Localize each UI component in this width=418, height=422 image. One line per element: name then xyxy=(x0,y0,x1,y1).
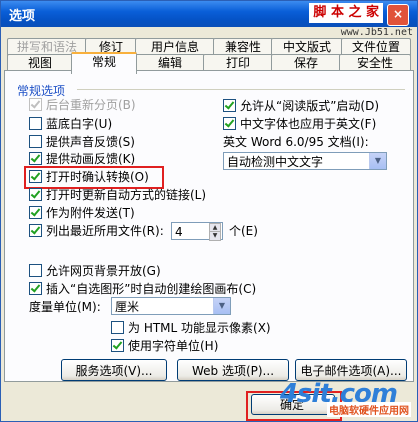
group-title: 常规选项 xyxy=(17,84,66,98)
checkbox[interactable] xyxy=(223,117,236,130)
checkbox[interactable] xyxy=(29,188,42,201)
option-label: 打开时更新自动方式的链接(L) xyxy=(46,188,207,202)
word-doc-select[interactable]: 自动检测中文文字 ▼ xyxy=(223,152,387,170)
option-label: 使用字符单位(H) xyxy=(128,339,219,353)
measure-label: 度量单位(M): xyxy=(29,300,101,314)
option-update-links[interactable]: 打开时更新自动方式的链接(L) xyxy=(29,188,206,203)
option-sound-feedback[interactable]: 提供声音反馈(S) xyxy=(29,135,135,150)
checkbox[interactable] xyxy=(29,224,42,237)
recent-files-count[interactable]: 4 ▲ ▼ xyxy=(171,222,223,241)
checkbox[interactable] xyxy=(29,152,42,165)
web-options-button[interactable]: Web 选项(P)... xyxy=(177,359,289,381)
highlight-confirm-conversion xyxy=(24,166,164,189)
option-label: 列出最近所用文件(R): xyxy=(46,224,164,238)
group-divider xyxy=(77,89,405,90)
checkbox[interactable] xyxy=(29,206,42,219)
option-recent-files[interactable]: 列出最近所用文件(R): xyxy=(29,224,164,239)
option-label: 提供声音反馈(S) xyxy=(46,135,135,149)
service-options-button[interactable]: 服务选项(V)... xyxy=(61,359,167,381)
option-label: 提供动画反馈(K) xyxy=(46,152,136,166)
word-doc-label: 英文 Word 6.0/95 文档(I): xyxy=(223,135,369,149)
chevron-down-icon[interactable]: ▼ xyxy=(213,298,230,314)
option-allow-reading-layout[interactable]: 允许从“阅读版式”启动(D) xyxy=(223,99,379,114)
checkbox[interactable] xyxy=(111,339,124,352)
watermark-text: 脚 本 之 家 xyxy=(309,3,383,23)
option-label: 蓝底白字(U) xyxy=(46,117,113,131)
dialog-title: 选项 xyxy=(9,9,36,24)
tab-general[interactable]: 常规 xyxy=(71,52,137,74)
chevron-down-icon[interactable]: ▼ xyxy=(369,153,386,169)
close-button[interactable]: × xyxy=(387,4,409,26)
recent-files-value: 4 xyxy=(175,225,183,239)
option-background-repagination[interactable]: 后台重新分页(B) xyxy=(29,98,136,113)
option-send-as-attachment[interactable]: 作为附件发送(T) xyxy=(29,206,135,221)
option-label: 允许网页背景开放(G) xyxy=(46,264,161,278)
measure-select[interactable]: 厘米 ▼ xyxy=(111,297,231,315)
option-char-units[interactable]: 使用字符单位(H) xyxy=(111,339,218,354)
checkbox[interactable] xyxy=(29,117,42,130)
checkbox[interactable] xyxy=(111,321,124,334)
logo-tagline: 电脑软硬件应用网 xyxy=(327,402,411,417)
measure-value: 厘米 xyxy=(115,300,140,314)
checkbox[interactable] xyxy=(29,264,42,277)
option-web-background[interactable]: 允许网页背景开放(G) xyxy=(29,264,161,279)
option-animation-feedback[interactable]: 提供动画反馈(K) xyxy=(29,152,135,167)
word-doc-value: 自动检测中文文字 xyxy=(227,155,324,169)
spin-down-icon[interactable]: ▼ xyxy=(209,231,221,241)
site-logo: 4sit.com 电脑软硬件应用网 xyxy=(280,379,411,417)
checkbox[interactable] xyxy=(223,99,236,112)
checkbox[interactable] xyxy=(29,282,42,295)
email-options-button[interactable]: 电子邮件选项(A)... xyxy=(295,359,407,381)
checkbox[interactable] xyxy=(29,135,42,148)
option-label: 中文字体也应用于英文(F) xyxy=(240,117,377,131)
option-label: 插入“自选图形”时自动创建绘图画布(C) xyxy=(46,282,257,296)
option-blue-background[interactable]: 蓝底白字(U) xyxy=(29,117,112,132)
option-label: 作为附件发送(T) xyxy=(46,206,135,220)
recent-files-unit: 个(E) xyxy=(229,224,258,238)
watermark-url: www.Jb51.net xyxy=(340,27,413,38)
option-label: 为 HTML 功能显示像素(X) xyxy=(128,321,271,335)
option-html-pixels[interactable]: 为 HTML 功能显示像素(X) xyxy=(111,321,271,336)
general-panel: 常规选项 后台重新分页(B) 蓝底白字(U) 提供声音反馈(S) 提供动画反馈(… xyxy=(4,70,414,382)
option-label: 后台重新分页(B) xyxy=(46,98,136,112)
option-auto-canvas[interactable]: 插入“自选图形”时自动创建绘图画布(C) xyxy=(29,282,256,297)
checkbox[interactable] xyxy=(29,98,42,111)
option-label: 允许从“阅读版式”启动(D) xyxy=(240,99,380,113)
options-dialog: 选项 × 脚 本 之 家 www.Jb51.net 拼写和语法 修订 用户信息 … xyxy=(0,0,418,422)
option-chinese-font-english[interactable]: 中文字体也应用于英文(F) xyxy=(223,117,376,132)
